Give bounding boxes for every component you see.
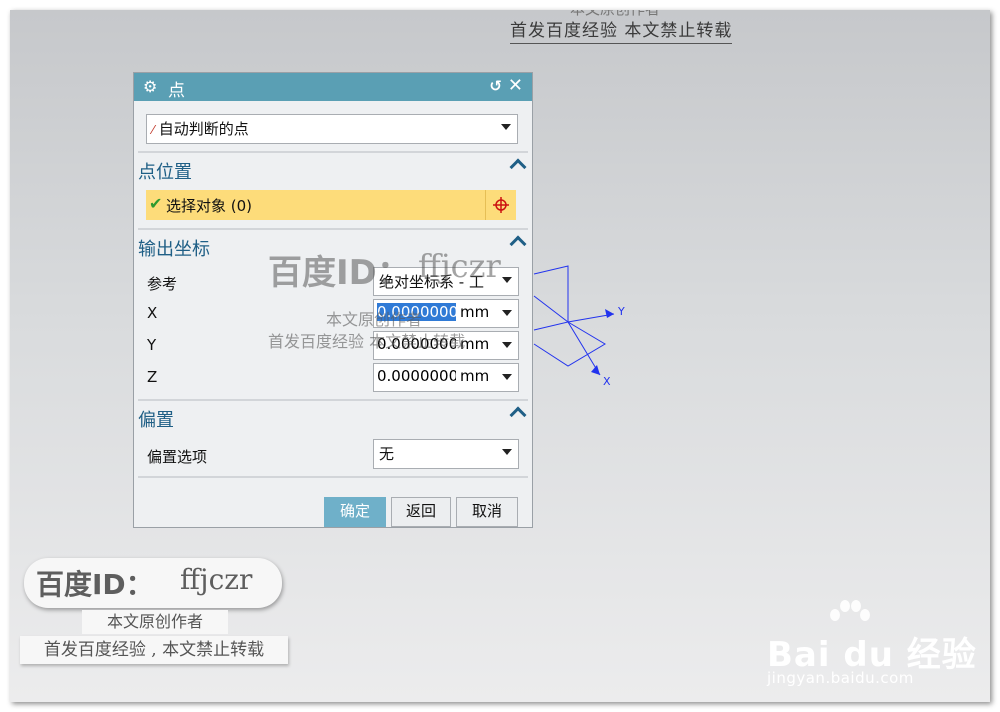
watermark-author: 本文原创作者 [82,610,228,634]
cancel-button[interactable]: 取消 [456,497,518,527]
point-dialog: ⚙ 点 ↺ ✕ ⁄ 自动判断的点 点位置 ✔ 选择对象 (0) 输出坐标 参考 … [133,72,533,528]
coord-label-z: Z [147,368,158,386]
point-type-select[interactable]: ⁄ 自动判断的点 [146,114,518,144]
x-axis-line [567,321,601,376]
point-type-value: 自动判断的点 [158,120,249,138]
inferred-point-icon: ⁄ [152,123,155,137]
watermark-line: 首发百度经验 本文禁止转载 [268,332,466,351]
section-title: 点位置 [138,162,192,183]
chevron-up-icon[interactable] [509,158,527,176]
watermark-top: 首发百度经验 本文禁止转载 [510,16,733,44]
divider [138,399,528,401]
x-coord-unit: mm [460,303,490,321]
z-coord-unit: mm [460,367,490,385]
dialog-titlebar[interactable]: ⚙ 点 ↺ ✕ [134,73,532,101]
crosshair-icon [493,197,509,213]
chevron-down-icon [502,449,512,455]
watermark-line: 本文原创作者 [326,310,423,329]
chevron-down-icon[interactable] [502,342,512,348]
paw-icon [830,600,870,621]
select-object-label: 选择对象 (0) [166,197,253,215]
chevron-up-icon[interactable] [509,235,527,253]
dialog-title: 点 [168,81,185,101]
chevron-down-icon[interactable] [502,374,512,380]
chevron-up-icon[interactable] [509,406,527,424]
section-title: 输出坐标 [138,239,210,260]
offset-option-label: 偏置选项 [147,448,208,466]
baidu-url: jingyan.baidu.com [767,669,914,687]
point-constructor-button[interactable] [485,190,516,220]
chevron-down-icon[interactable] [502,310,512,316]
ok-button[interactable]: 确定 [324,497,386,527]
watermark-brand: 百度ID： [268,253,411,293]
chevron-down-icon [501,124,511,130]
section-title: 偏置 [138,410,174,431]
y-axis-label: Y [617,305,625,318]
offset-option-value: 无 [379,445,395,463]
wcs-triad: Y X [533,265,625,388]
select-object-row[interactable]: ✔ 选择对象 (0) [146,190,516,220]
watermark-user: ffjczr [180,563,253,596]
back-button[interactable]: 返回 [391,497,451,527]
coord-label-y: Y [147,336,157,354]
x-axis-label: X [603,375,611,388]
watermark-badge: 百度ID： ffjczr [24,558,282,608]
watermark-brand: 百度ID： [36,568,154,601]
section-offset[interactable]: 偏置 [138,406,527,432]
graphics-window[interactable]: 本文原创作者 首发百度经验 本文禁止转载 Y X ⚙ 点 ↺ ✕ ⁄ 自动判断的… [10,10,990,702]
watermark-line: 首发百度经验 , 本文禁止转载 [20,636,288,664]
reference-label: 参考 [147,275,178,293]
z-coord-value: 0.0000000 [377,367,456,385]
coord-label-x: X [147,304,158,322]
check-icon: ✔ [149,194,163,213]
close-icon[interactable]: ✕ [508,75,523,96]
divider [138,151,528,153]
offset-option-select[interactable]: 无 [373,439,519,469]
section-point-position[interactable]: 点位置 [138,158,527,184]
chevron-down-icon [502,277,512,283]
divider [138,228,528,230]
reset-icon[interactable]: ↺ [489,77,502,95]
divider [138,476,528,478]
z-coord-input[interactable]: 0.0000000 mm [373,363,519,392]
gear-icon[interactable]: ⚙ [143,77,157,96]
watermark-user: ffjczr [418,247,501,285]
origin-line [533,295,569,323]
